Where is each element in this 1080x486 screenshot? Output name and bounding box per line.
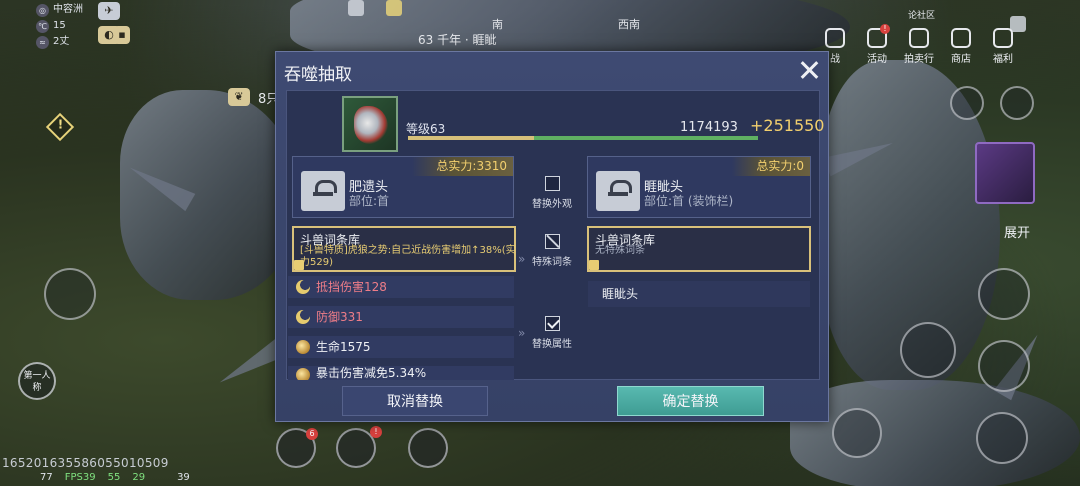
orb-icon	[296, 368, 310, 380]
source-power: 总实力:3310	[412, 157, 513, 176]
replace-appearance-checkbox[interactable]	[544, 176, 560, 191]
special-affix-option: 特殊词条	[519, 234, 585, 268]
target-part: 部位:首 (装饰栏)	[644, 194, 734, 208]
dodge-button[interactable]	[978, 268, 1030, 320]
gift-icon	[993, 28, 1013, 48]
wifi-value: 55	[107, 472, 121, 483]
menu-item-shop[interactable]: 商店	[946, 28, 976, 65]
sword-skill-button[interactable]	[900, 322, 956, 378]
menu-item-event[interactable]: ! 活动	[862, 24, 892, 65]
exp-progress-fill	[408, 136, 758, 140]
event-alert-badge: !	[880, 24, 890, 34]
close-icon[interactable]	[800, 61, 818, 79]
run-button[interactable]	[978, 340, 1030, 392]
player-id: 1652016355860550105​09	[2, 456, 169, 470]
wind-value: 2丈	[53, 36, 70, 47]
emote-button[interactable]	[408, 428, 448, 468]
warning-icon[interactable]: !	[45, 112, 75, 142]
dragon-scales-left	[120, 90, 300, 300]
community-link[interactable]: 论社区	[908, 8, 935, 21]
auction-icon	[909, 28, 929, 48]
map-marker-icon[interactable]	[386, 0, 402, 16]
chevron-right-icon: »	[518, 252, 526, 266]
book-icon	[589, 260, 599, 270]
potion-button[interactable]	[1000, 86, 1034, 120]
source-equip-card[interactable]: 总实力:3310 肥遗头 部位:首	[292, 156, 514, 218]
battle-icon	[825, 28, 845, 48]
target-equip-card[interactable]: 总实力:0 睚眦头 部位:首 (装饰栏)	[587, 156, 811, 218]
compass-southwest: 西南	[618, 18, 640, 31]
dialog-title: 吞噬抽取	[284, 65, 352, 85]
attr-row: 生命1575	[288, 336, 514, 358]
target-affix-desc: 无特殊词条	[595, 245, 645, 256]
source-affix-panel: 斗兽词条库 [斗兽特质]虎狼之势:自己近战伤害增加↑38%(实力529)	[292, 226, 516, 272]
attack-button[interactable]	[832, 408, 882, 458]
skill-alert-badge: !	[370, 426, 382, 438]
top-menu: 战 ! 活动 拍卖行 商店 福利	[820, 24, 1018, 65]
bag-count: 39	[177, 472, 190, 483]
team-icon[interactable]: ▪	[114, 26, 130, 44]
cancel-replace-button[interactable]: 取消替换	[342, 386, 488, 416]
head-armor-icon	[596, 171, 640, 211]
leaf-icon[interactable]: ❦	[228, 88, 250, 106]
equipped-weapon-slot[interactable]	[975, 142, 1035, 204]
shop-icon	[951, 28, 971, 48]
temperature-icon: ℃	[36, 19, 49, 33]
gem-button[interactable]	[950, 86, 984, 120]
devour-extract-dialog: 吞噬抽取 等级63 1174193 +251550 总实力:3310 肥遗头 部…	[275, 51, 829, 422]
source-part: 部位:首	[349, 194, 390, 208]
attr-row: 防御331	[288, 306, 514, 328]
book-icon	[294, 260, 304, 270]
extract-item-icon	[342, 96, 398, 152]
skill-count-badge: 6	[306, 428, 318, 440]
target-affix-panel: 斗兽词条库 无特殊词条	[587, 226, 811, 272]
confirm-replace-button[interactable]: 确定替换	[617, 386, 764, 416]
exp-value: 1174193	[680, 120, 738, 135]
attr-row: 抵挡伤害128	[288, 276, 514, 298]
location-icon: ◎	[36, 3, 49, 17]
exp-gain: +251550	[750, 116, 825, 135]
game-time: 63 千年 · 睚眦	[418, 33, 497, 47]
menu-item-auction[interactable]: 拍卖行	[904, 28, 934, 65]
wind-icon: ≈	[36, 35, 49, 49]
target-power: 总实力:0	[732, 157, 810, 176]
replace-appearance-option[interactable]: 替换外观	[519, 176, 585, 210]
status-bar: 77 FPS39 55 29 39	[40, 472, 190, 483]
expand-button[interactable]: 展开	[1004, 222, 1030, 241]
ping-value: 77	[40, 472, 53, 483]
level-label: 等级63	[406, 122, 446, 136]
first-person-toggle[interactable]: 第一人称	[18, 362, 56, 400]
special-affix-checkbox	[544, 234, 560, 249]
wing-icon	[354, 106, 388, 144]
bird-icon[interactable]: ✈	[98, 2, 120, 20]
menu-item-welfare[interactable]: 福利	[988, 28, 1018, 65]
exp-progress-bar	[408, 136, 758, 140]
source-affix-desc: [斗兽特质]虎狼之势:自己近战伤害增加↑38%(实力529)	[300, 245, 516, 268]
attr-row: 暴击伤害减免5.34%	[288, 366, 514, 380]
replace-attributes-option[interactable]: 替换属性	[519, 316, 585, 350]
weather-info: ◎ 中容洲 ℃ 15 ≈2丈	[36, 2, 83, 50]
orb-icon	[296, 340, 310, 354]
temperature-value: 15	[53, 20, 66, 31]
head-armor-icon	[301, 171, 345, 211]
chevron-right-icon: »	[518, 326, 526, 340]
moon-icon	[296, 310, 310, 324]
compass-south: 南	[492, 18, 503, 31]
location-name: 中容洲	[53, 4, 83, 15]
target-attr-row: 睚眦头	[588, 281, 810, 307]
weapon-switch-button[interactable]	[44, 268, 96, 320]
replace-attributes-checkbox[interactable]	[544, 316, 560, 331]
fps-value: FPS39	[64, 472, 96, 483]
jump-button[interactable]	[976, 412, 1028, 464]
moon-icon	[296, 280, 310, 294]
list-icon[interactable]	[348, 0, 364, 16]
battery-value: 29	[132, 472, 146, 483]
